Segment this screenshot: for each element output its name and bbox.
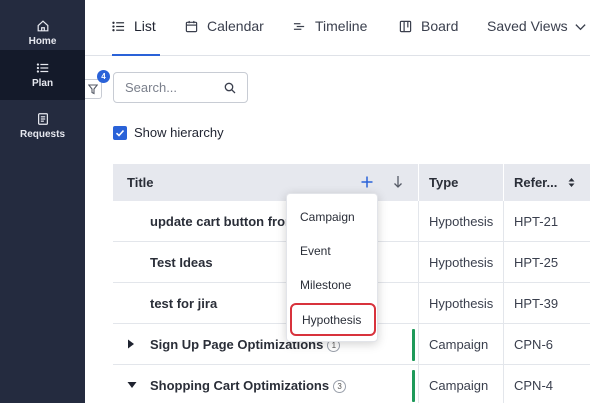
timeline-icon — [293, 23, 305, 30]
row-reference: CPN-6 — [514, 337, 554, 352]
tab-label: Calendar — [207, 18, 264, 34]
table-row[interactable]: Shopping Cart Optimizations 3 Campaign CP… — [113, 365, 590, 403]
collapse-caret-icon[interactable] — [127, 381, 137, 389]
show-hierarchy-toggle: Show hierarchy — [113, 125, 224, 140]
campaign-color-marker — [412, 329, 415, 361]
column-divider — [418, 324, 419, 365]
sidebar: Home Plan Requests — [0, 0, 85, 403]
column-divider — [418, 283, 419, 324]
column-divider — [503, 365, 504, 403]
sort-toggle-icon[interactable] — [568, 177, 575, 188]
tab-timeline[interactable]: Timeline — [293, 18, 367, 56]
sidebar-item-label: Plan — [31, 78, 54, 89]
column-divider — [503, 324, 504, 365]
row-reference: HPT-21 — [514, 214, 559, 229]
row-reference: HPT-39 — [514, 296, 559, 311]
plus-icon[interactable] — [361, 176, 373, 188]
row-title[interactable]: update cart button from — [150, 214, 297, 229]
column-divider — [418, 242, 419, 283]
column-divider — [418, 201, 419, 242]
sort-arrow-down-icon[interactable] — [393, 175, 403, 189]
checkmark-icon — [115, 129, 125, 137]
expand-caret-icon[interactable] — [127, 339, 135, 349]
list-icon — [112, 21, 125, 32]
row-title-text: Shopping Cart Optimizations — [150, 378, 330, 393]
row-reference: CPN-4 — [514, 378, 554, 393]
sidebar-item-label: Requests — [19, 129, 65, 140]
column-divider — [418, 164, 419, 201]
column-divider — [503, 164, 504, 201]
tab-label: Timeline — [315, 18, 368, 34]
row-title[interactable]: Shopping Cart Optimizations 3 — [150, 378, 347, 394]
row-type: Hypothesis — [429, 296, 494, 311]
column-divider — [503, 201, 504, 242]
row-type: Hypothesis — [429, 214, 494, 229]
list-icon — [36, 63, 48, 73]
child-count-badge: 3 — [333, 380, 347, 394]
search-icon[interactable] — [224, 82, 236, 94]
row-reference: HPT-25 — [514, 255, 559, 270]
row-title[interactable]: test for jira — [150, 296, 217, 311]
menu-item-campaign[interactable]: Campaign — [287, 202, 379, 232]
tab-label: List — [134, 18, 156, 34]
row-type: Hypothesis — [429, 255, 494, 270]
calendar-icon — [185, 20, 198, 33]
menu-item-event[interactable]: Event — [287, 236, 379, 266]
column-divider — [418, 365, 419, 403]
menu-item-milestone[interactable]: Milestone — [287, 270, 379, 300]
filter-icon — [88, 83, 98, 94]
saved-views-dropdown[interactable]: Saved Views — [487, 18, 587, 56]
menu-item-hypothesis[interactable]: Hypothesis — [290, 303, 376, 336]
board-icon — [399, 20, 412, 33]
add-item-menu: Campaign Event Milestone Hypothesis — [286, 193, 378, 342]
campaign-color-marker — [412, 370, 415, 402]
document-icon — [37, 113, 48, 125]
sidebar-item-label: Home — [28, 36, 57, 47]
home-icon — [37, 20, 48, 32]
search-input[interactable] — [125, 80, 220, 95]
column-header-title[interactable]: Title — [127, 175, 154, 190]
tab-calendar[interactable]: Calendar — [185, 18, 264, 56]
show-hierarchy-label: Show hierarchy — [134, 125, 224, 140]
tab-label: Board — [421, 18, 459, 34]
view-tabs: List Calendar Timeline Board Saved Views — [85, 0, 590, 56]
row-type: Campaign — [429, 378, 489, 393]
show-hierarchy-checkbox[interactable] — [113, 125, 127, 140]
chevron-down-icon — [575, 24, 586, 31]
row-type: Campaign — [429, 337, 489, 352]
filter-count-badge: 4 — [97, 70, 110, 83]
row-title[interactable]: Test Ideas — [150, 255, 213, 270]
column-header-reference[interactable]: Refer... — [514, 175, 557, 190]
tab-list[interactable]: List — [112, 18, 160, 56]
column-divider — [503, 283, 504, 324]
tab-board[interactable]: Board — [399, 18, 458, 56]
sidebar-item-requests[interactable]: Requests — [0, 101, 85, 151]
tab-label: Saved Views — [487, 18, 568, 34]
column-divider — [503, 242, 504, 283]
sidebar-item-plan[interactable]: Plan — [0, 50, 85, 100]
column-header-type[interactable]: Type — [429, 175, 458, 190]
search-box — [113, 72, 248, 103]
